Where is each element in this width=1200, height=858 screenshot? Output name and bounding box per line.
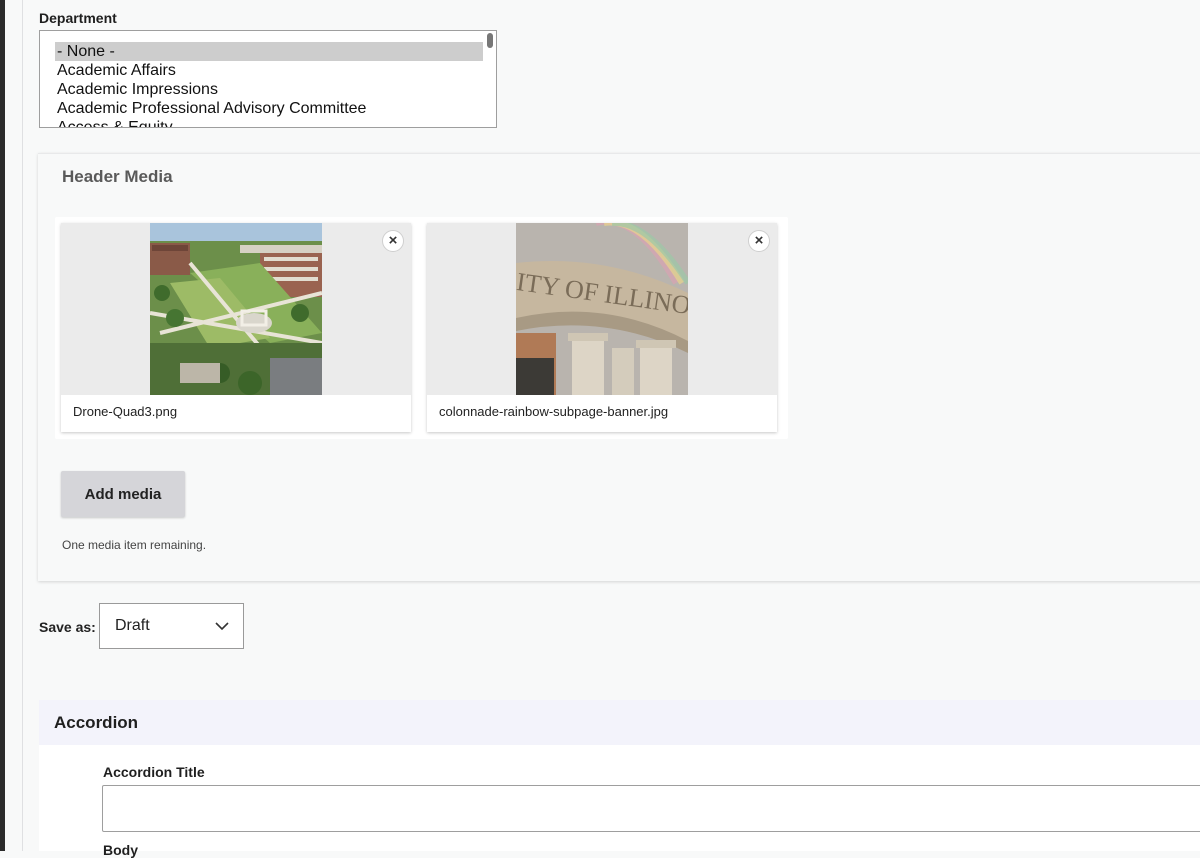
media-filename: colonnade-rainbow-subpage-banner.jpg [439,404,669,419]
accordion-title-input[interactable] [102,785,1200,832]
chevron-down-icon [215,622,229,631]
media-grid: × Drone-Quad3.png ITY OF ILLINOIS A [55,217,788,439]
header-media-title: Header Media [62,167,173,186]
department-select[interactable]: - None - Academic Affairs Academic Impre… [39,30,497,128]
header-media-panel: Header Media × Drone-Quad3.png ITY OF IL… [38,153,1200,581]
department-scrollbar[interactable] [487,33,493,48]
colonnade-rainbow-thumbnail-image: ITY OF ILLINOIS A [516,223,688,395]
media-item-drone-quad: × Drone-Quad3.png [61,223,411,432]
window-left-edge [0,0,5,851]
save-as-value: Draft [115,617,150,634]
remove-media-button[interactable]: × [748,230,770,252]
department-option[interactable]: Access & Equity [55,118,483,127]
remove-media-button[interactable]: × [382,230,404,252]
media-thumbnail-wrapper [61,223,411,395]
department-label: Department [39,10,117,26]
accordion-title: Accordion [54,713,139,732]
media-remaining-note: One media item remaining. [62,538,207,552]
department-option[interactable]: Academic Professional Advisory Committee [55,99,483,118]
content-left-border [22,0,23,851]
drone-quad-thumbnail-image [150,223,322,395]
add-media-button[interactable]: Add media [61,471,185,517]
accordion-title-field-label: Accordion Title [103,764,205,780]
accordion-body-label: Body [103,842,138,858]
media-filename: Drone-Quad3.png [73,404,178,419]
save-as-select[interactable]: Draft [99,603,244,649]
department-option[interactable]: Academic Impressions [55,80,483,99]
media-thumbnail-wrapper: ITY OF ILLINOIS A [427,223,777,395]
accordion-section-header[interactable]: Accordion [39,700,1200,745]
save-as-label: Save as: [39,619,96,635]
media-item-colonnade-rainbow: ITY OF ILLINOIS A × colonnade-rainbow-su… [427,223,777,432]
department-option[interactable]: Academic Affairs [55,61,483,80]
department-option-none[interactable]: - None - [55,42,483,61]
accordion-section-body: Accordion Title Body [39,745,1200,858]
